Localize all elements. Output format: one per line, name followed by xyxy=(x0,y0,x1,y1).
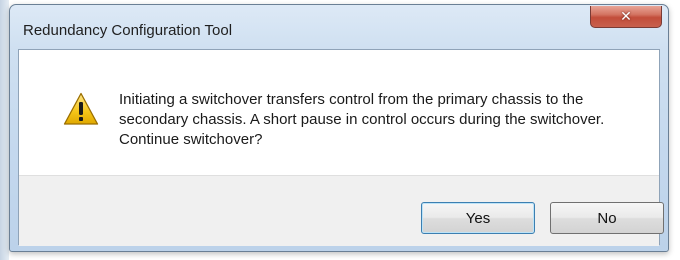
window-title: Redundancy Configuration Tool xyxy=(23,22,233,39)
dialog-client-area: Initiating a switchover transfers contro… xyxy=(18,49,664,246)
warning-icon xyxy=(63,92,99,125)
yes-button[interactable]: Yes xyxy=(421,202,535,234)
button-bar: Yes No xyxy=(19,175,664,246)
no-button[interactable]: No xyxy=(550,202,664,234)
title-bar[interactable]: Redundancy Configuration Tool ✕ xyxy=(10,5,668,49)
close-icon: ✕ xyxy=(620,8,632,25)
dialog-window: Redundancy Configuration Tool ✕ Initiati… xyxy=(9,4,669,252)
close-button[interactable]: ✕ xyxy=(590,6,662,28)
dialog-message: Initiating a switchover transfers contro… xyxy=(119,91,605,148)
background-edge xyxy=(0,0,9,260)
message-area: Initiating a switchover transfers contro… xyxy=(19,50,659,175)
